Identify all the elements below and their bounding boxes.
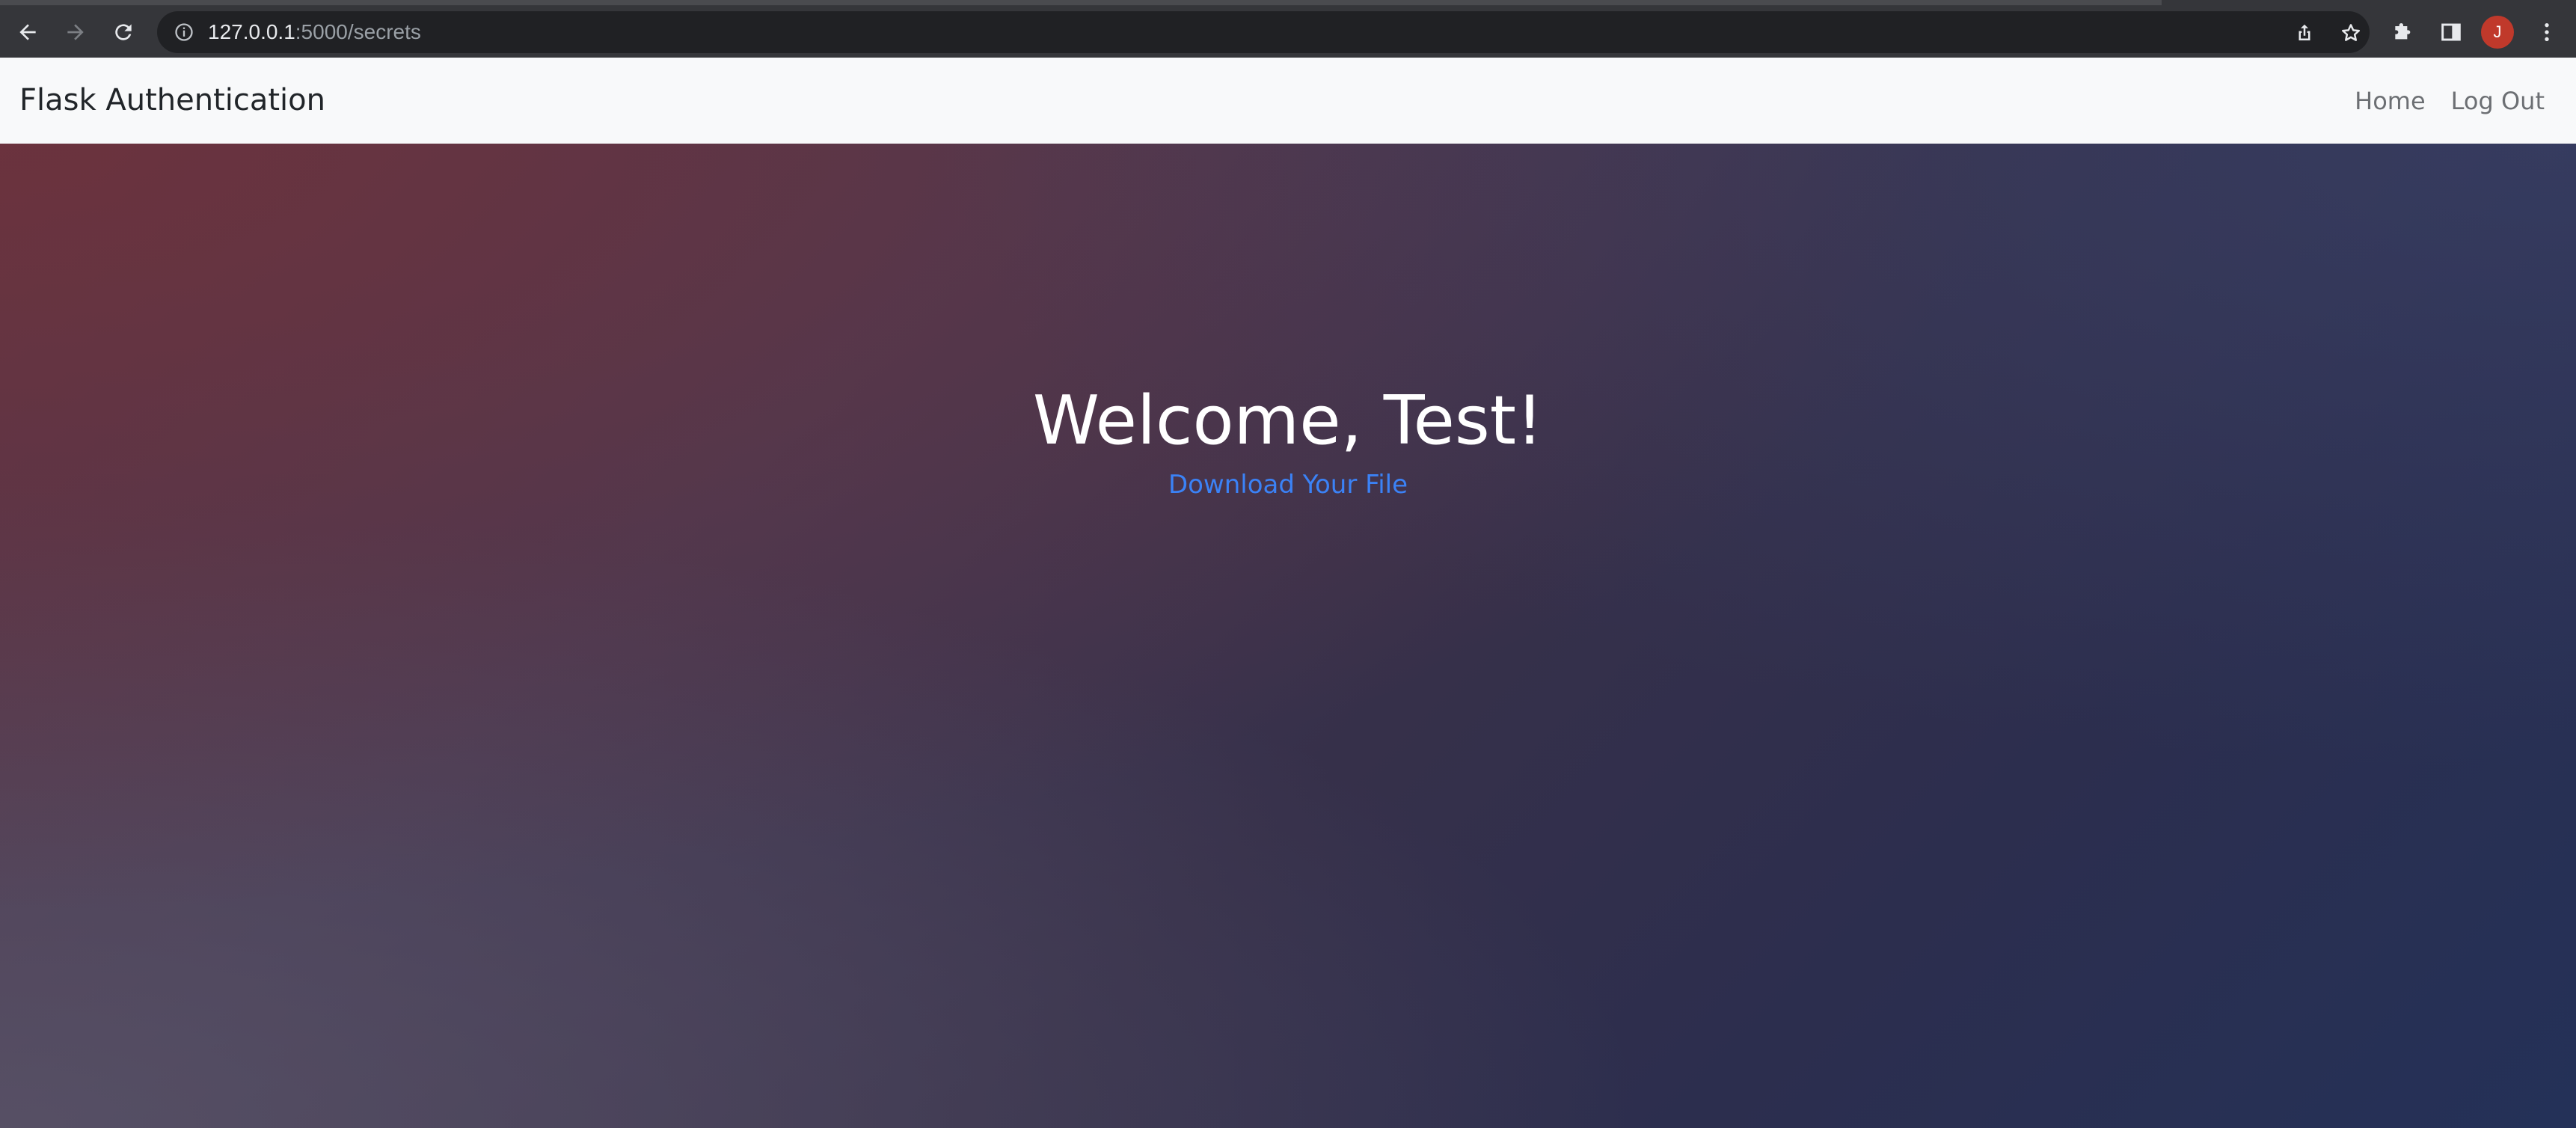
address-bar[interactable]: 127.0.0.1:5000/secrets bbox=[157, 11, 2370, 53]
forward-arrow-icon[interactable] bbox=[57, 13, 94, 51]
download-link-row: Download Your File bbox=[0, 470, 2576, 500]
browser-toolbar: 127.0.0.1:5000/secrets J bbox=[0, 5, 2576, 58]
profile-avatar[interactable]: J bbox=[2481, 16, 2514, 49]
side-panel-icon[interactable] bbox=[2432, 13, 2470, 51]
active-tab-indicator bbox=[0, 0, 2162, 5]
nav-link-home[interactable]: Home bbox=[2355, 87, 2426, 115]
hero-section: Welcome, Test! Download Your File bbox=[0, 144, 2576, 1128]
navbar-brand[interactable]: Flask Authentication bbox=[19, 58, 325, 144]
site-navbar: Flask Authentication Home Log Out bbox=[0, 58, 2576, 144]
url-text[interactable]: 127.0.0.1:5000/secrets bbox=[208, 11, 421, 53]
nav-link-log-out[interactable]: Log Out bbox=[2451, 87, 2545, 115]
info-icon[interactable] bbox=[174, 22, 194, 43]
reload-icon[interactable] bbox=[105, 13, 142, 51]
tab-strip bbox=[0, 0, 2576, 5]
url-path: :5000/secrets bbox=[295, 20, 421, 43]
star-icon[interactable] bbox=[2340, 22, 2362, 44]
share-icon[interactable] bbox=[2293, 22, 2316, 44]
download-file-link[interactable]: Download Your File bbox=[1168, 470, 1408, 500]
extensions-icon[interactable] bbox=[2385, 13, 2422, 51]
welcome-heading: Welcome, Test! bbox=[1032, 381, 1544, 460]
back-arrow-icon[interactable] bbox=[9, 13, 46, 51]
nav-links: Home Log Out bbox=[2355, 58, 2545, 144]
kebab-menu-icon[interactable] bbox=[2528, 13, 2566, 51]
url-host: 127.0.0.1 bbox=[208, 20, 295, 43]
